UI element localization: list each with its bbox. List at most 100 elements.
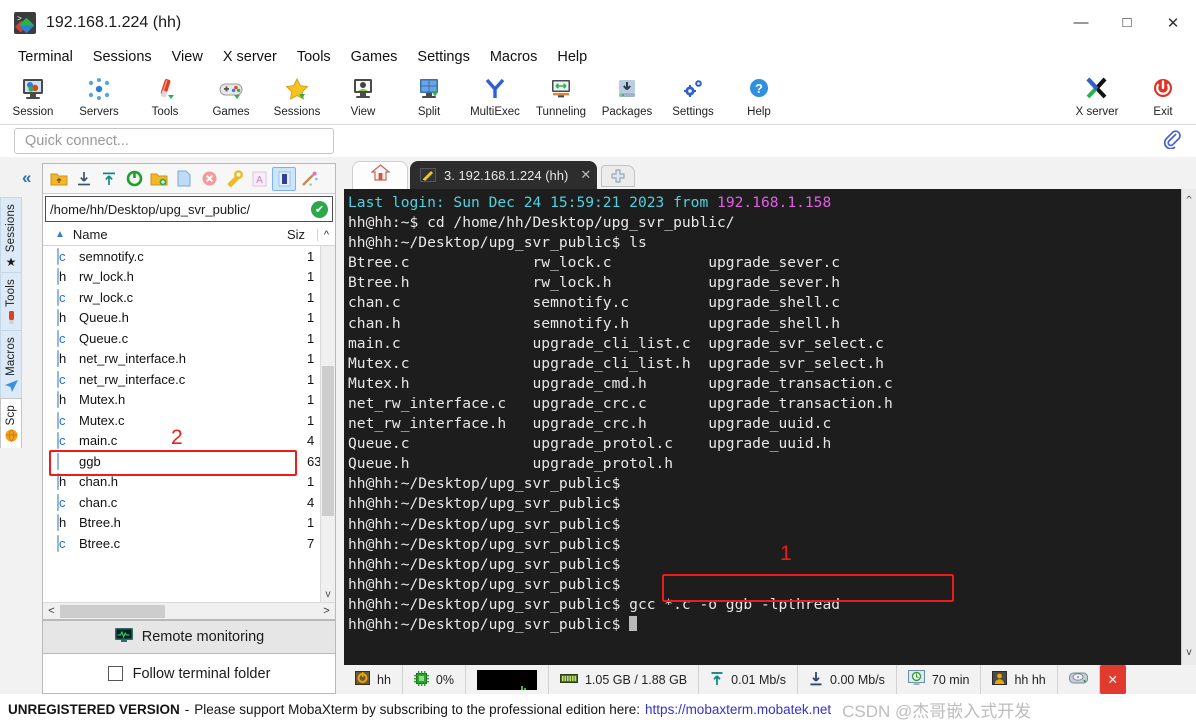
status-login[interactable]: hh hh xyxy=(981,665,1058,694)
sidebar-item-tools[interactable]: Tools xyxy=(0,272,22,331)
status-close-button[interactable]: ✕ xyxy=(1099,665,1126,694)
file-row[interactable]: h rw_lock.h 1 xyxy=(43,267,335,288)
file-row[interactable]: c semnotify.c 1 xyxy=(43,246,335,267)
file-row[interactable]: c rw_lock.c 1 xyxy=(43,287,335,308)
toolbar-session-button[interactable]: Session xyxy=(0,71,66,118)
scroll-up-icon[interactable]: ^ xyxy=(317,228,335,241)
new-file-icon[interactable] xyxy=(172,167,196,191)
status-graph[interactable] xyxy=(466,665,549,694)
annotation-number-1: 1 xyxy=(780,542,792,565)
terminal-pane: 3. 192.168.1.224 (hh) ✕ Last login: Sun … xyxy=(344,157,1196,694)
terminal-scroll-down-icon[interactable]: v xyxy=(1182,643,1196,663)
toolbar-sessions-button[interactable]: Sessions xyxy=(264,71,330,118)
menu-sessions[interactable]: Sessions xyxy=(83,47,162,67)
file-row[interactable]: c net_rw_interface.c 1 xyxy=(43,369,335,390)
new-tab-button[interactable] xyxy=(601,165,636,187)
sort-arrow-icon[interactable]: ▲ xyxy=(55,229,65,240)
file-list-scrollbar[interactable]: v xyxy=(320,246,335,602)
status-download[interactable]: 0.00 Mb/s xyxy=(798,665,897,694)
column-header-name[interactable]: Name xyxy=(73,227,287,242)
text-mode-icon[interactable]: A xyxy=(247,167,271,191)
sftp-path-bar[interactable]: /home/hh/Desktop/upg_svr_public/ ✔ xyxy=(45,196,333,222)
status-memory[interactable]: 1.05 GB / 1.88 GB xyxy=(549,665,700,694)
window-controls: — □ ✕ xyxy=(1058,0,1196,45)
new-folder-icon[interactable] xyxy=(147,167,171,191)
toolbar-tunneling-button[interactable]: Tunneling xyxy=(528,71,594,118)
download-icon[interactable] xyxy=(72,167,96,191)
toolbar-split-button[interactable]: Split xyxy=(396,71,462,118)
paperclip-icon[interactable] xyxy=(1162,129,1182,154)
file-row[interactable]: h Btree.h 1 xyxy=(43,513,335,534)
scroll-down-icon[interactable]: v xyxy=(321,589,335,600)
scroll-left-icon[interactable]: < xyxy=(43,605,60,617)
toolbar-multiexec-button[interactable]: MultiExec xyxy=(462,71,528,118)
toolbar-servers-button[interactable]: Servers xyxy=(66,71,132,118)
terminal-text: hh@hh:~/Desktop/upg_svr_public$ xyxy=(348,535,621,553)
terminal-scrollbar[interactable]: ^ v xyxy=(1181,189,1196,665)
file-row[interactable]: c main.c 4 xyxy=(43,431,335,452)
quick-connect-input[interactable]: Quick connect... xyxy=(14,128,334,154)
toolbar-xserver-button[interactable]: X server xyxy=(1064,71,1130,118)
column-header-size[interactable]: Siz xyxy=(287,227,317,242)
menu-games[interactable]: Games xyxy=(341,47,408,67)
status-upload[interactable]: 0.01 Mb/s xyxy=(699,665,799,694)
hscroll-thumb[interactable] xyxy=(60,604,165,618)
menu-help[interactable]: Help xyxy=(547,47,597,67)
follow-terminal-folder-checkbox[interactable] xyxy=(107,666,123,681)
toolbar-view-button[interactable]: View xyxy=(330,71,396,118)
file-row[interactable]: h chan.h 1 xyxy=(43,472,335,493)
scrollbar-thumb[interactable] xyxy=(322,366,334,516)
menu-terminal[interactable]: Terminal xyxy=(8,47,83,67)
menu-settings[interactable]: Settings xyxy=(407,47,479,67)
terminal-output[interactable]: Last login: Sun Dec 24 15:59:21 2023 fro… xyxy=(344,189,1196,665)
file-row[interactable]: h net_rw_interface.h 1 xyxy=(43,349,335,370)
file-list-hscrollbar[interactable]: < > xyxy=(43,602,335,619)
magic-icon[interactable] xyxy=(297,167,321,191)
file-row[interactable]: h Mutex.h 1 xyxy=(43,390,335,411)
maximize-button[interactable]: □ xyxy=(1104,0,1150,45)
terminal-scroll-up-icon[interactable]: ^ xyxy=(1182,191,1196,211)
sidebar-item-sessions[interactable]: Sessions ★ xyxy=(0,197,22,273)
tab-terminal-session[interactable]: 3. 192.168.1.224 (hh) ✕ xyxy=(410,161,598,189)
toolbar-settings-button[interactable]: Settings xyxy=(660,71,726,118)
hscroll-track[interactable] xyxy=(60,604,318,618)
sidebar-item-macros[interactable]: Macros xyxy=(0,330,22,399)
menu-x-server[interactable]: X server xyxy=(213,47,287,67)
toolbar-help-button[interactable]: ? Help xyxy=(726,71,792,118)
delete-icon[interactable] xyxy=(197,167,221,191)
toolbar-packages-button[interactable]: Packages xyxy=(594,71,660,118)
toolbar-games-button[interactable]: Games xyxy=(198,71,264,118)
file-row[interactable]: ggb 63 xyxy=(43,451,335,472)
refresh-icon[interactable] xyxy=(122,167,146,191)
tab-close-icon[interactable]: ✕ xyxy=(580,167,591,183)
toolbar-exit-button[interactable]: Exit xyxy=(1130,71,1196,118)
status-cpu[interactable]: 0% xyxy=(403,665,466,694)
sidebar-item-scp[interactable]: Scp xyxy=(0,398,22,449)
remote-monitoring-button[interactable]: Remote monitoring xyxy=(42,620,336,654)
file-row[interactable]: c chan.c 4 xyxy=(43,492,335,513)
file-row[interactable]: c Queue.c 1 xyxy=(43,328,335,349)
status-user[interactable]: hh xyxy=(344,665,403,694)
file-row[interactable]: c Btree.c 7 xyxy=(43,533,335,554)
binary-mode-icon[interactable] xyxy=(272,166,296,191)
menu-macros[interactable]: Macros xyxy=(480,47,548,67)
menu-tools[interactable]: Tools xyxy=(287,47,341,67)
parent-folder-icon[interactable] xyxy=(47,167,71,191)
scroll-right-icon[interactable]: > xyxy=(318,605,335,617)
file-row[interactable]: c Mutex.c 1 xyxy=(43,410,335,431)
status-uptime[interactable]: 70 min xyxy=(897,665,982,694)
terminal-line: Last login: Sun Dec 24 15:59:21 2023 fro… xyxy=(348,193,1196,213)
toolbar-tools-button[interactable]: Tools xyxy=(132,71,198,118)
collapse-sidebar-button[interactable]: « xyxy=(22,168,42,188)
follow-terminal-folder-row[interactable]: Follow terminal folder xyxy=(42,654,336,694)
permissions-icon[interactable] xyxy=(222,167,246,191)
upload-icon[interactable] xyxy=(97,167,121,191)
tab-home[interactable] xyxy=(352,161,408,189)
menu-view[interactable]: View xyxy=(162,47,213,67)
close-button[interactable]: ✕ xyxy=(1150,0,1196,45)
file-row[interactable]: h Queue.h 1 xyxy=(43,308,335,329)
status-disk[interactable] xyxy=(1058,665,1100,694)
banner-link[interactable]: https://mobaxterm.mobatek.net xyxy=(645,702,831,717)
file-list[interactable]: c semnotify.c 1 h rw_lock.h 1 c rw_lock.c 1 h Queu… xyxy=(43,246,335,602)
minimize-button[interactable]: — xyxy=(1058,0,1104,45)
